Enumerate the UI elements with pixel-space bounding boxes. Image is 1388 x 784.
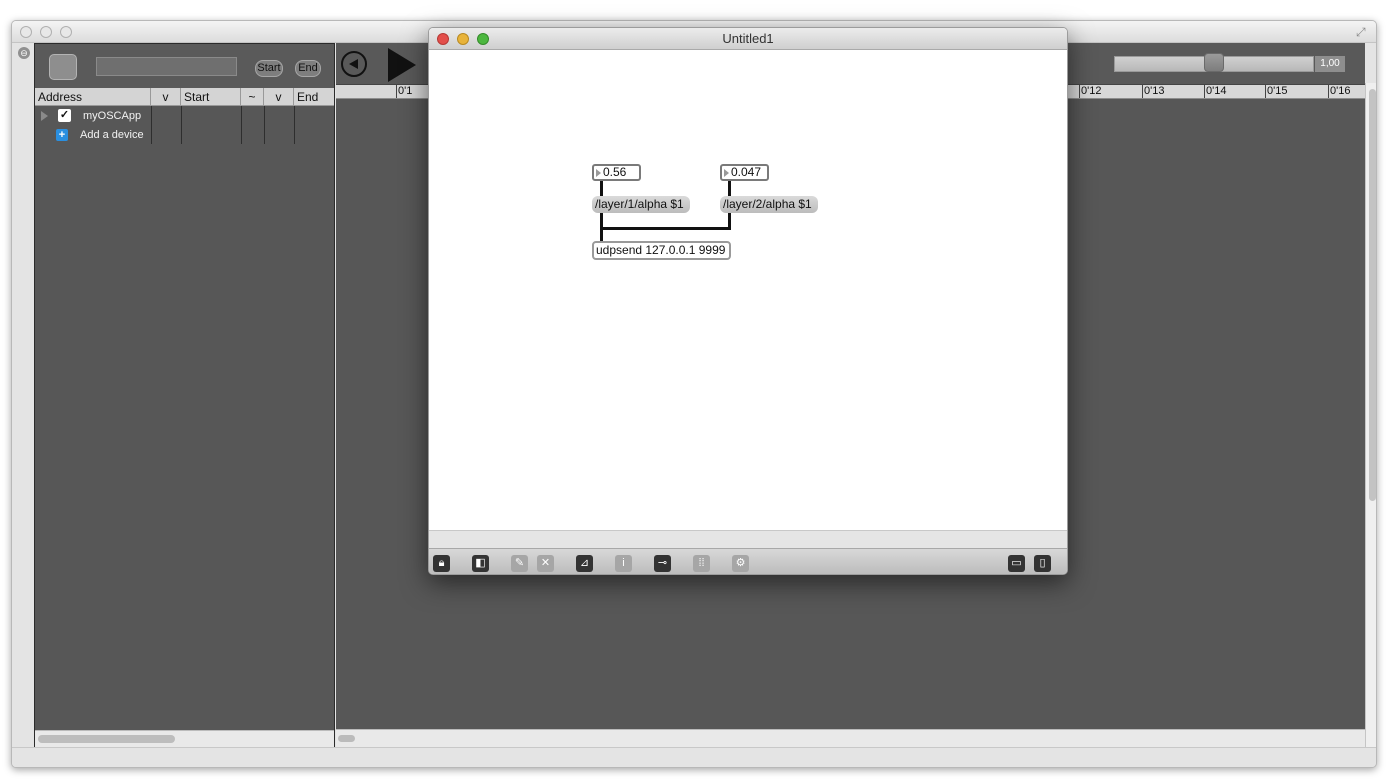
speed-value[interactable]: 1,00 bbox=[1315, 56, 1345, 72]
app-zoom-button[interactable] bbox=[60, 26, 72, 38]
column-end[interactable]: End bbox=[294, 88, 334, 106]
ruler-tick: 0'16 bbox=[1328, 85, 1351, 98]
device-name: myOSCApp bbox=[83, 110, 142, 122]
patch-cord bbox=[600, 181, 603, 196]
ruler-tick: 0'12 bbox=[1079, 85, 1102, 98]
bottom-panel-icon[interactable]: ▭ bbox=[1008, 555, 1025, 572]
record-square-button[interactable] bbox=[49, 54, 77, 80]
device-row[interactable]: ✓ myOSCApp bbox=[35, 107, 151, 126]
name-field[interactable] bbox=[96, 57, 237, 76]
column-divider bbox=[181, 106, 182, 144]
column-divider bbox=[264, 106, 265, 144]
patcher-window: Untitled1 0.56 0.047 /layer/1/alpha $1 /… bbox=[428, 27, 1068, 575]
patcher-titlebar[interactable]: Untitled1 bbox=[429, 28, 1067, 50]
udpsend-object[interactable]: udpsend 127.0.0.1 9999 bbox=[592, 241, 731, 260]
app-close-button[interactable] bbox=[20, 26, 32, 38]
left-strip: ⊖ × bbox=[12, 43, 34, 766]
grid-icon[interactable]: ⁞⁞ bbox=[693, 555, 710, 572]
start-button[interactable]: Start bbox=[255, 60, 283, 77]
add-device-row[interactable]: + Add a device bbox=[35, 126, 151, 145]
disclosure-triangle-icon[interactable] bbox=[41, 111, 48, 121]
ruler-tick: 0'1 bbox=[396, 85, 413, 98]
ruler-tick: 0'14 bbox=[1204, 85, 1227, 98]
column-divider bbox=[151, 106, 152, 144]
patcher-toolbar: 🔒︎ ◧ ✎ ✕ ⊿ i ⊸ ⁞⁞ ⚙ ▭ ▯ bbox=[429, 548, 1067, 574]
ruler-tick: 0'13 bbox=[1142, 85, 1165, 98]
column-start[interactable]: Start bbox=[181, 88, 241, 106]
device-horizontal-scrollbar[interactable] bbox=[35, 730, 334, 748]
device-table-header: Address v Start ~ v End bbox=[35, 88, 334, 106]
message-box-1[interactable]: /layer/1/alpha $1 bbox=[592, 196, 690, 213]
speed-slider-thumb[interactable] bbox=[1204, 53, 1224, 72]
scroll-thumb[interactable] bbox=[1369, 89, 1376, 501]
patcher-title: Untitled1 bbox=[722, 31, 774, 46]
timeline-vertical-scrollbar[interactable] bbox=[1365, 83, 1376, 747]
device-toolbar: Start End bbox=[35, 44, 334, 88]
number-triangle-icon bbox=[596, 169, 601, 177]
info-icon[interactable]: i bbox=[615, 555, 632, 572]
column-tilde[interactable]: ~ bbox=[241, 88, 264, 106]
rewind-icon bbox=[349, 59, 358, 69]
patcher-status-strip bbox=[429, 530, 1067, 548]
scroll-thumb[interactable] bbox=[338, 735, 355, 742]
app-bottom-bar bbox=[12, 747, 1376, 767]
sidebar-icon[interactable]: ▯ bbox=[1034, 555, 1051, 572]
delete-icon[interactable]: ✕ bbox=[537, 555, 554, 572]
add-plus-icon[interactable]: + bbox=[56, 129, 68, 141]
number-box-1[interactable]: 0.56 bbox=[592, 164, 641, 181]
end-button[interactable]: End bbox=[295, 60, 321, 77]
timeline-horizontal-scrollbar[interactable] bbox=[336, 729, 1365, 747]
column-divider bbox=[241, 106, 242, 144]
toggle-panel-icon[interactable]: ⊖ bbox=[18, 47, 30, 59]
play-icon[interactable] bbox=[388, 48, 416, 82]
column-divider bbox=[294, 106, 295, 144]
grid-edit-icon[interactable]: ⊿ bbox=[576, 555, 593, 572]
rewind-button[interactable] bbox=[341, 51, 367, 77]
fullscreen-icon[interactable]: ⤢ bbox=[1356, 25, 1370, 39]
presentation-icon[interactable]: ◧ bbox=[472, 555, 489, 572]
paint-icon[interactable]: ✎ bbox=[511, 555, 528, 572]
number-value: 0.047 bbox=[731, 165, 762, 179]
device-checkbox[interactable]: ✓ bbox=[58, 109, 71, 122]
number-triangle-icon bbox=[724, 169, 729, 177]
number-value: 0.56 bbox=[603, 165, 627, 179]
number-box-2[interactable]: 0.047 bbox=[720, 164, 769, 181]
patcher-canvas[interactable]: 0.56 0.047 /layer/1/alpha $1 /layer/2/al… bbox=[429, 50, 1067, 530]
patch-cord bbox=[600, 227, 731, 230]
message-box-2[interactable]: /layer/2/alpha $1 bbox=[720, 196, 818, 213]
column-v2[interactable]: v bbox=[264, 88, 294, 106]
lock-icon[interactable]: 🔒︎ bbox=[433, 555, 450, 572]
device-panel: Start End Address v Start ~ v End ✓ myOS… bbox=[34, 43, 335, 748]
ruler-tick: 0'15 bbox=[1265, 85, 1288, 98]
gear-icon[interactable]: ⚙ bbox=[732, 555, 749, 572]
patch-cord bbox=[728, 181, 731, 196]
column-v1[interactable]: v bbox=[151, 88, 181, 106]
add-device-label: Add a device bbox=[80, 129, 144, 141]
connect-icon[interactable]: ⊸ bbox=[654, 555, 671, 572]
scroll-thumb[interactable] bbox=[38, 735, 175, 743]
app-minimize-button[interactable] bbox=[40, 26, 52, 38]
column-address[interactable]: Address bbox=[35, 88, 151, 106]
